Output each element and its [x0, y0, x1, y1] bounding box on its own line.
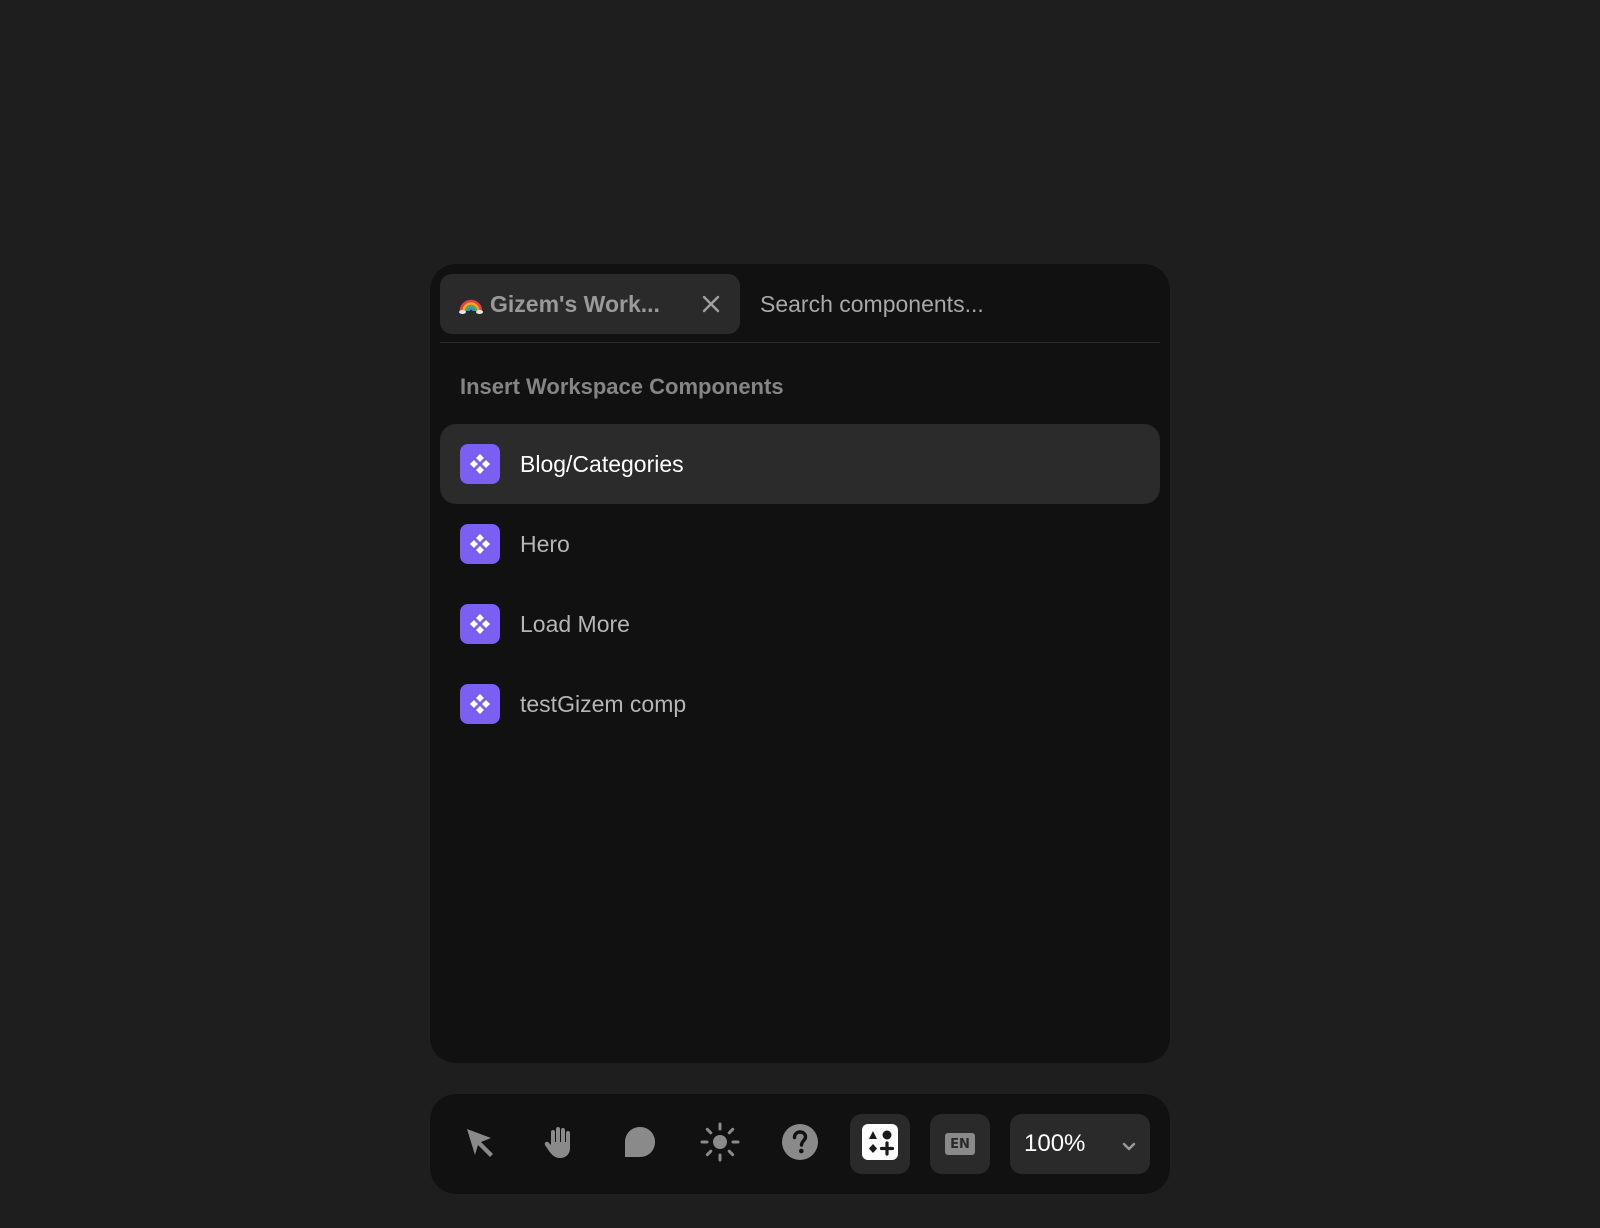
component-icon [460, 444, 500, 484]
component-label: Hero [520, 530, 570, 557]
section-title: Insert Workspace Components [460, 374, 784, 399]
component-icon [460, 524, 500, 564]
divider [440, 342, 1160, 343]
comment-icon [623, 1125, 657, 1164]
component-icon [460, 684, 500, 724]
workspace-chip-label: Gizem's Work... [490, 290, 660, 317]
chevron-down-icon [1120, 1134, 1138, 1162]
zoom-dropdown[interactable]: 100% [1010, 1114, 1150, 1174]
component-label: Blog/Categories [520, 450, 684, 477]
select-tool-button[interactable] [450, 1114, 510, 1174]
comment-tool-button[interactable] [610, 1114, 670, 1174]
hand-tool-button[interactable] [530, 1114, 590, 1174]
search-row: Gizem's Work... [440, 273, 1160, 335]
insert-components-icon [862, 1123, 898, 1165]
sun-icon [700, 1122, 740, 1167]
workspace-filter-chip[interactable]: Gizem's Work... [440, 274, 740, 334]
search-input[interactable] [740, 273, 1160, 335]
zoom-value: 100% [1024, 1130, 1086, 1157]
close-icon[interactable] [700, 293, 722, 315]
language-badge: EN [945, 1133, 975, 1155]
component-list: Blog/Categories Hero Load More testGizem… [440, 424, 1160, 744]
component-icon [460, 604, 500, 644]
insert-component-button[interactable] [850, 1114, 910, 1174]
component-label: Load More [520, 610, 630, 637]
bottom-toolbar: EN 100% [430, 1094, 1170, 1194]
help-icon [781, 1123, 819, 1166]
component-item-blog-categories[interactable]: Blog/Categories [440, 424, 1160, 504]
cursor-icon [463, 1125, 497, 1164]
component-item-load-more[interactable]: Load More [440, 584, 1160, 664]
help-button[interactable] [770, 1114, 830, 1174]
hand-icon [543, 1124, 577, 1165]
component-label: testGizem comp [520, 690, 687, 717]
component-item-hero[interactable]: Hero [440, 504, 1160, 584]
rainbow-icon [458, 291, 484, 317]
component-item-testgizem-comp[interactable]: testGizem comp [440, 664, 1160, 744]
component-picker-panel: Gizem's Work... Insert Workspace Compone… [430, 264, 1170, 1063]
language-button[interactable]: EN [930, 1114, 990, 1174]
theme-toggle-button[interactable] [690, 1114, 750, 1174]
